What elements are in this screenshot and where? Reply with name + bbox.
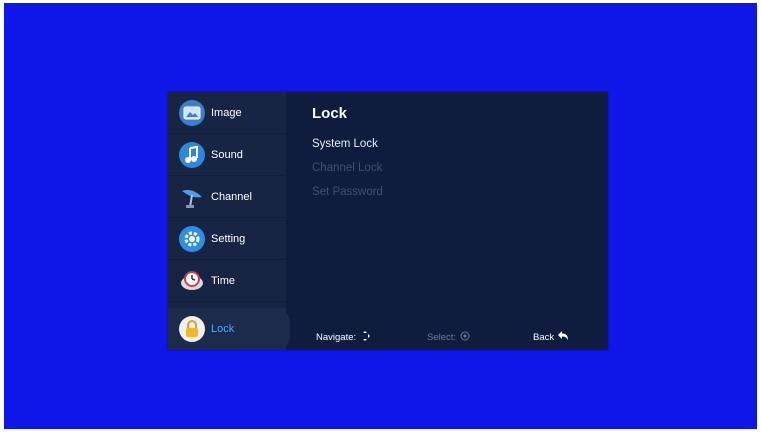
satellite-dish-icon: [179, 184, 205, 210]
back-label: Back: [533, 332, 555, 343]
sidebar-item-label: Image: [211, 106, 242, 119]
padlock-icon: [179, 316, 205, 342]
back-hint: Back: [533, 331, 569, 344]
sidebar-item-label: Lock: [211, 323, 235, 335]
select-label: Select:: [427, 332, 457, 343]
sidebar-item-time[interactable]: Time: [168, 260, 286, 302]
navigate-label: Navigate:: [316, 332, 357, 343]
sidebar-item-image[interactable]: Image: [168, 92, 286, 134]
ok-button-icon: [460, 331, 470, 344]
sidebar-item-label: Channel: [211, 190, 252, 203]
select-hint: Select:: [427, 331, 470, 344]
footer-hints: Navigate: Select: Back: [286, 328, 608, 346]
tv-screen: Image Sound Channel Setting Time Lock Lo…: [4, 3, 757, 429]
sidebar-item-label: Setting: [211, 232, 246, 245]
sidebar-item-lock[interactable]: Lock: [168, 308, 286, 350]
return-arrow-icon: [558, 331, 569, 344]
sidebar: Image Sound Channel Setting Time Lock: [168, 92, 290, 350]
navigate-hint: Navigate:: [316, 331, 371, 344]
sidebar-item-setting[interactable]: Setting: [168, 218, 286, 260]
option-channel-lock[interactable]: Channel Lock: [312, 162, 382, 174]
page-title: Lock: [312, 105, 348, 122]
settings-menu: Image Sound Channel Setting Time Lock Lo…: [168, 92, 608, 350]
option-set-password[interactable]: Set Password: [312, 186, 383, 198]
gear-icon: [179, 225, 205, 252]
sidebar-item-channel[interactable]: Channel: [168, 176, 286, 218]
dpad-icon: [360, 331, 371, 344]
image-icon: [179, 99, 205, 126]
option-system-lock[interactable]: System Lock: [312, 138, 378, 150]
clock-icon: [179, 268, 205, 294]
sidebar-item-label: Sound: [211, 148, 243, 161]
lock-panel: Lock System Lock Channel Lock Set Passwo…: [286, 92, 608, 350]
sidebar-item-label: Time: [211, 274, 236, 287]
music-note-icon: [179, 141, 205, 168]
sidebar-item-sound[interactable]: Sound: [168, 134, 286, 176]
